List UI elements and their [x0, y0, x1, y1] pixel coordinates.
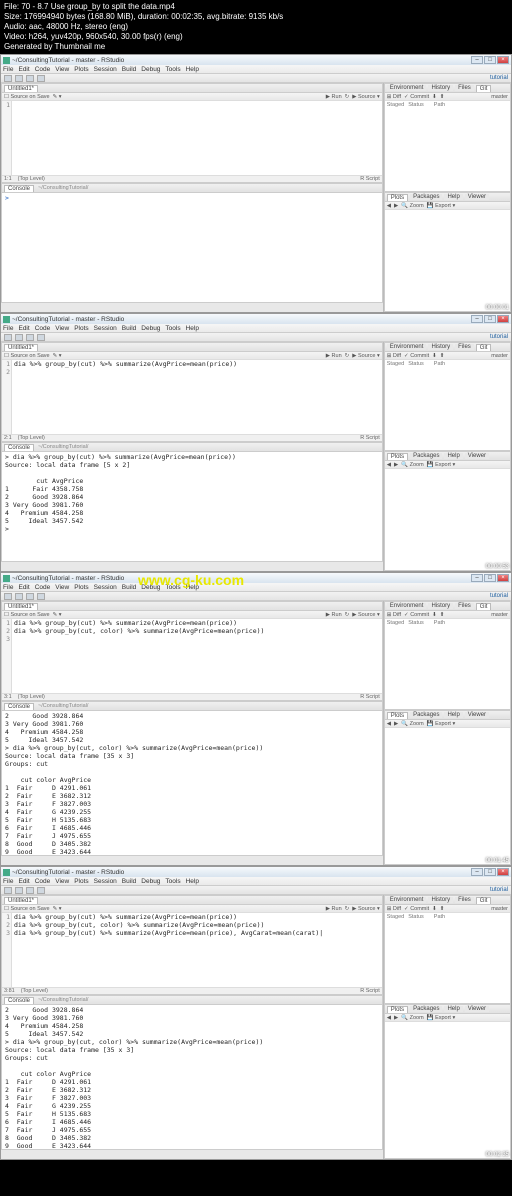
menu-debug[interactable]: Debug [141, 66, 160, 73]
rstudio-window-4: ~/ConsultingTutorial - master - RStudio–… [0, 866, 512, 1160]
tab-packages[interactable]: Packages [410, 194, 442, 200]
source-on-save[interactable]: ☐ Source on Save [4, 94, 50, 100]
tab-viewer[interactable]: Viewer [465, 194, 489, 200]
frame-timestamp: 00:00:01 [486, 305, 509, 311]
run-button[interactable]: ▶ Run [326, 94, 342, 100]
console-pane: Console ~/ConsultingTutorial/ > [1, 183, 383, 303]
console-tab[interactable]: Console [4, 185, 34, 192]
console[interactable]: > [2, 193, 382, 302]
main-toolbar: tutorial [1, 74, 511, 83]
titlebar[interactable]: ~/ConsultingTutorial - master - RStudio … [1, 55, 511, 65]
push-icon[interactable]: ⬆ [440, 94, 445, 100]
menu-plots[interactable]: Plots [74, 66, 88, 73]
console[interactable]: 2 Good 3928.864 3 Very Good 3981.760 4 P… [2, 1005, 382, 1149]
maximize-button[interactable]: □ [484, 56, 496, 64]
tab-environment[interactable]: Environment [387, 85, 427, 91]
rstudio-window-3: ~/ConsultingTutorial - master - RStudio–… [0, 572, 512, 866]
diff-button[interactable]: ⊞ Diff [387, 94, 401, 100]
zoom-button[interactable]: 🔍 Zoom [401, 203, 423, 209]
menubar: File Edit Code View Plots Session Build … [1, 65, 511, 74]
video-metadata-header: File: 70 - 8.7 Use group_by to split the… [0, 0, 512, 54]
tab-plots[interactable]: Plots [387, 194, 408, 201]
menu-build[interactable]: Build [122, 66, 136, 73]
source-button[interactable]: ▶ Source ▾ [352, 94, 380, 100]
branch-label[interactable]: master [491, 94, 508, 100]
rstudio-window-2: ~/ConsultingTutorial - master - RStudio–… [0, 313, 512, 572]
open-file-icon[interactable] [15, 75, 23, 82]
minimize-button[interactable]: – [471, 56, 483, 64]
code-editor[interactable]: 1 2 3 dia %>% group_by(cut) %>% summariz… [2, 913, 382, 987]
environment-pane: Environment History Files Git ⊞ Diff ✓ C… [384, 83, 511, 192]
menu-tools[interactable]: Tools [165, 66, 180, 73]
tab-git[interactable]: Git [476, 85, 492, 92]
app-icon [3, 57, 10, 64]
commit-button[interactable]: ✓ Commit [404, 94, 429, 100]
line-gutter: 1 [2, 101, 12, 175]
menu-help[interactable]: Help [186, 66, 199, 73]
code-editor[interactable]: 1 [2, 101, 382, 175]
source-pane: Untitled1* ☐ Source on Save ✎ ▾ ▶ Run ↻ … [1, 83, 383, 183]
console[interactable]: 2 Good 3928.864 3 Very Good 3981.760 4 P… [2, 711, 382, 855]
wand-icon[interactable]: ✎ ▾ [53, 94, 62, 100]
print-icon[interactable] [37, 75, 45, 82]
rerun-icon[interactable]: ↻ [345, 94, 350, 100]
next-plot-icon[interactable]: ▶ [394, 203, 398, 209]
menu-session[interactable]: Session [94, 66, 117, 73]
tab-files[interactable]: Files [455, 85, 474, 91]
code-editor[interactable]: 1 2 3 dia %>% group_by(cut) %>% summariz… [2, 619, 382, 693]
window-title: ~/ConsultingTutorial - master - RStudio [10, 57, 471, 64]
save-icon[interactable] [26, 75, 34, 82]
menu-edit[interactable]: Edit [18, 66, 29, 73]
export-button[interactable]: 💾 Export ▾ [427, 203, 456, 209]
menu-view[interactable]: View [55, 66, 69, 73]
tab-history[interactable]: History [428, 85, 453, 91]
new-file-icon[interactable] [4, 75, 12, 82]
rstudio-window-1: ~/ConsultingTutorial - master - RStudio … [0, 54, 512, 313]
code-editor[interactable]: 1 2 dia %>% group_by(cut) %>% summarize(… [2, 360, 382, 434]
pull-icon[interactable]: ⬇ [432, 94, 437, 100]
tab-help[interactable]: Help [444, 194, 462, 200]
project-selector[interactable]: tutorial [490, 75, 508, 81]
close-button[interactable]: × [497, 56, 509, 64]
console[interactable]: > dia %>% group_by(cut) %>% summarize(Av… [2, 452, 382, 561]
menu-file[interactable]: File [3, 66, 13, 73]
plots-pane: Plots Packages Help Viewer ◀ ▶ 🔍 Zoom 💾 … [384, 192, 511, 312]
prev-plot-icon[interactable]: ◀ [387, 203, 391, 209]
source-tab[interactable]: Untitled1* [4, 85, 38, 92]
menu-code[interactable]: Code [35, 66, 51, 73]
